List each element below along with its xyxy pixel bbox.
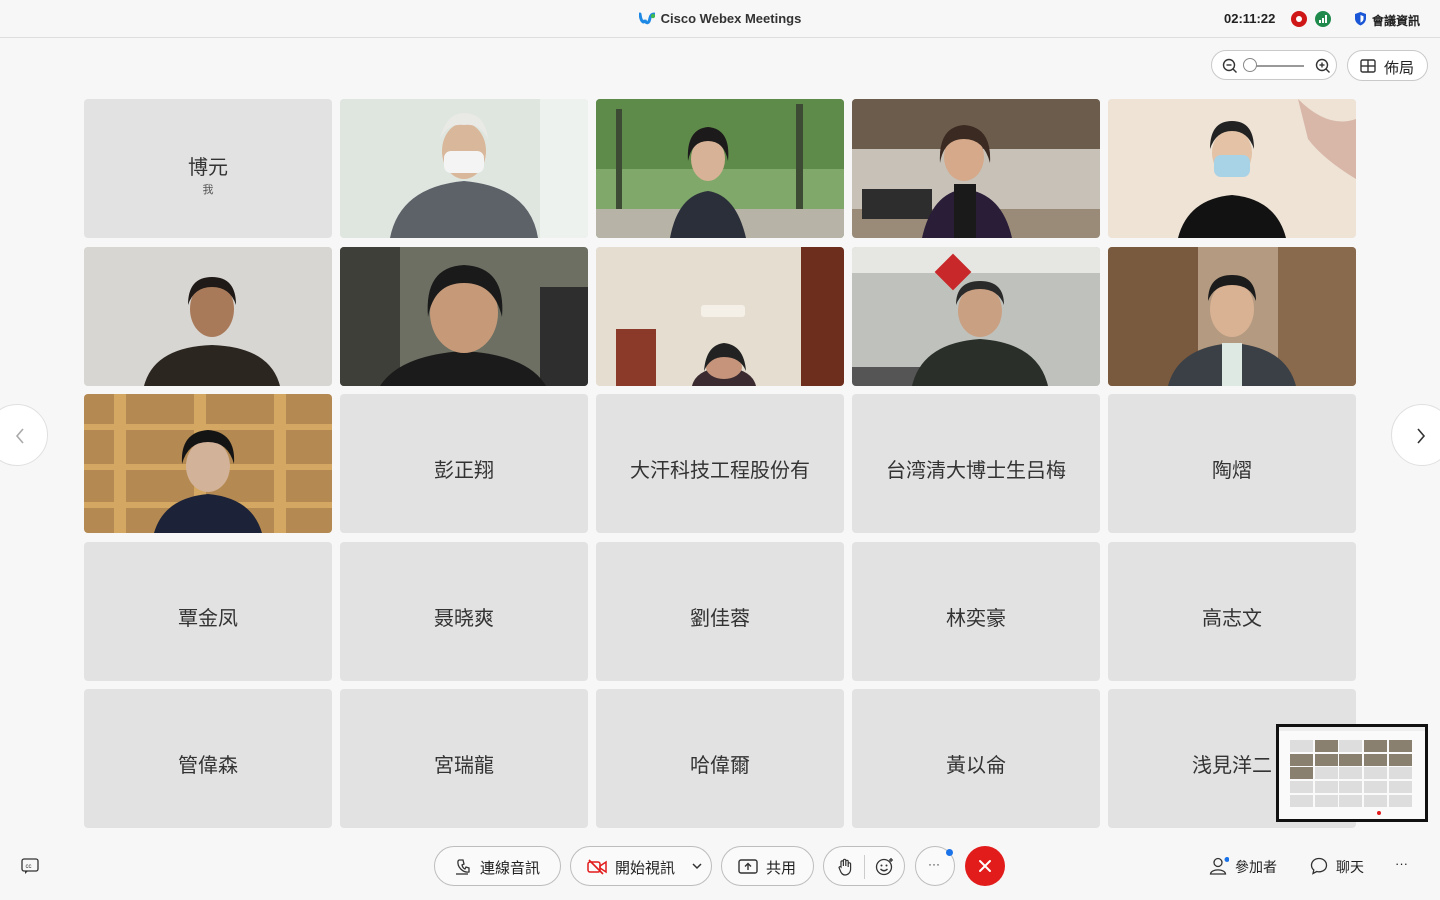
layout-button[interactable]: 佈局 [1347,50,1428,81]
participant-name: 聂晓爽 [434,607,494,630]
next-page-button[interactable] [1391,404,1440,466]
participant-name: 彭正翔 [434,460,494,482]
self-view-thumbnail[interactable] [1276,724,1428,822]
participant-tile[interactable]: 彭正翔 [340,394,588,533]
participant-grid: 博元 我 彭正翔 大汗科技工程股份有 台湾清大博士生吕梅 陶熠 覃金凤 聂晓爽 … [84,99,1356,828]
chevron-left-icon [15,428,24,444]
participant-name: 宮瑞龍 [434,755,494,777]
chat-bubble-icon [1310,857,1328,875]
participant-name: 博元 [188,157,228,179]
reactions-group [823,846,905,886]
raise-hand-icon[interactable] [837,858,853,876]
participant-tile[interactable]: 管偉森 [84,689,332,828]
close-icon [979,860,991,872]
more-options-button[interactable]: ··· [915,846,955,886]
participant-tile[interactable]: 劉佳蓉 [596,541,844,681]
app-title-text: Cisco Webex Meetings [660,11,802,26]
phone-audio-icon [456,859,470,875]
participant-tile[interactable]: 宮瑞龍 [340,689,588,828]
participant-name: 台湾清大博士生吕梅 [886,460,1066,482]
chevron-right-icon [1417,428,1426,444]
network-signal-icon[interactable] [1315,11,1331,27]
participant-tile[interactable]: 覃金凤 [84,541,332,681]
connect-audio-button[interactable]: 連線音訊 [434,846,561,886]
emoji-reaction-icon[interactable] [875,857,895,877]
participant-tile[interactable]: 台湾清大博士生吕梅 [852,394,1100,533]
share-label: 共用 [766,860,797,877]
zoom-knob[interactable] [1243,58,1257,72]
layout-label: 佈局 [1384,60,1415,77]
recording-icon[interactable] [1291,11,1307,27]
notification-dot [946,849,953,856]
participant-tile[interactable]: 哈偉爾 [596,689,844,828]
participant-name: 管偉森 [178,755,238,777]
participant-name: 大汗科技工程股份有 [630,460,810,482]
participant-tile[interactable]: 陶熠 [1108,394,1356,533]
participant-name: 林奕豪 [946,607,1006,630]
audio-label: 連線音訊 [480,860,541,877]
overflow-menu-button[interactable]: ··· [1395,856,1408,871]
participant-name: 哈偉爾 [690,755,750,777]
participant-name: 陶熠 [1212,460,1252,482]
video-tile[interactable] [340,99,588,238]
meeting-clock: 02:11:22 [1224,11,1276,26]
video-off-icon [587,859,607,875]
zoom-in-icon[interactable] [1315,58,1331,79]
chevron-down-icon[interactable] [692,863,702,870]
divider [864,855,865,879]
person-icon [1209,857,1229,875]
video-tile[interactable] [84,394,332,533]
participant-tile[interactable]: 林奕豪 [852,541,1100,681]
self-tile[interactable]: 博元 我 [84,99,332,238]
participant-name: 黃以侖 [946,755,1006,777]
captions-icon[interactable]: cc [21,858,39,879]
zoom-out-icon[interactable] [1222,58,1238,79]
shield-icon[interactable] [1354,11,1367,31]
zoom-slider[interactable] [1211,50,1337,80]
video-tile[interactable] [340,246,588,386]
video-tile[interactable] [852,99,1100,238]
self-indicator: 我 [202,184,214,196]
video-tile[interactable] [596,99,844,238]
meeting-info-link[interactable]: 會議資訊 [1372,12,1420,29]
more-label: ··· [928,857,940,871]
leave-meeting-button[interactable] [965,846,1005,886]
participant-name: 劉佳蓉 [690,607,750,630]
participant-tile[interactable]: 高志文 [1108,541,1356,681]
video-tile[interactable] [596,246,844,386]
title-bar: Cisco Webex Meetings 02:11:22 會議資訊 [0,0,1440,38]
start-video-button[interactable]: 開始視訊 [570,846,712,886]
video-label: 開始視訊 [615,860,676,877]
share-button[interactable]: 共用 [721,846,814,886]
chat-label: 聊天 [1336,859,1364,875]
participants-label: 參加者 [1235,859,1277,875]
video-tile[interactable] [1108,99,1356,238]
participant-tile[interactable]: 聂晓爽 [340,541,588,681]
participant-tile[interactable]: 大汗科技工程股份有 [596,394,844,533]
video-tile[interactable] [852,246,1100,386]
video-tile[interactable] [1108,246,1356,386]
webex-logo-icon [638,12,656,29]
participant-name: 高志文 [1202,607,1262,630]
svg-text:cc: cc [26,864,32,870]
grid-layout-icon [1360,59,1376,73]
share-screen-icon [738,859,758,874]
participant-name: 覃金凤 [178,607,238,630]
video-tile[interactable] [84,246,332,386]
participant-tile[interactable]: 黃以侖 [852,689,1100,828]
previous-page-button[interactable] [0,404,48,466]
